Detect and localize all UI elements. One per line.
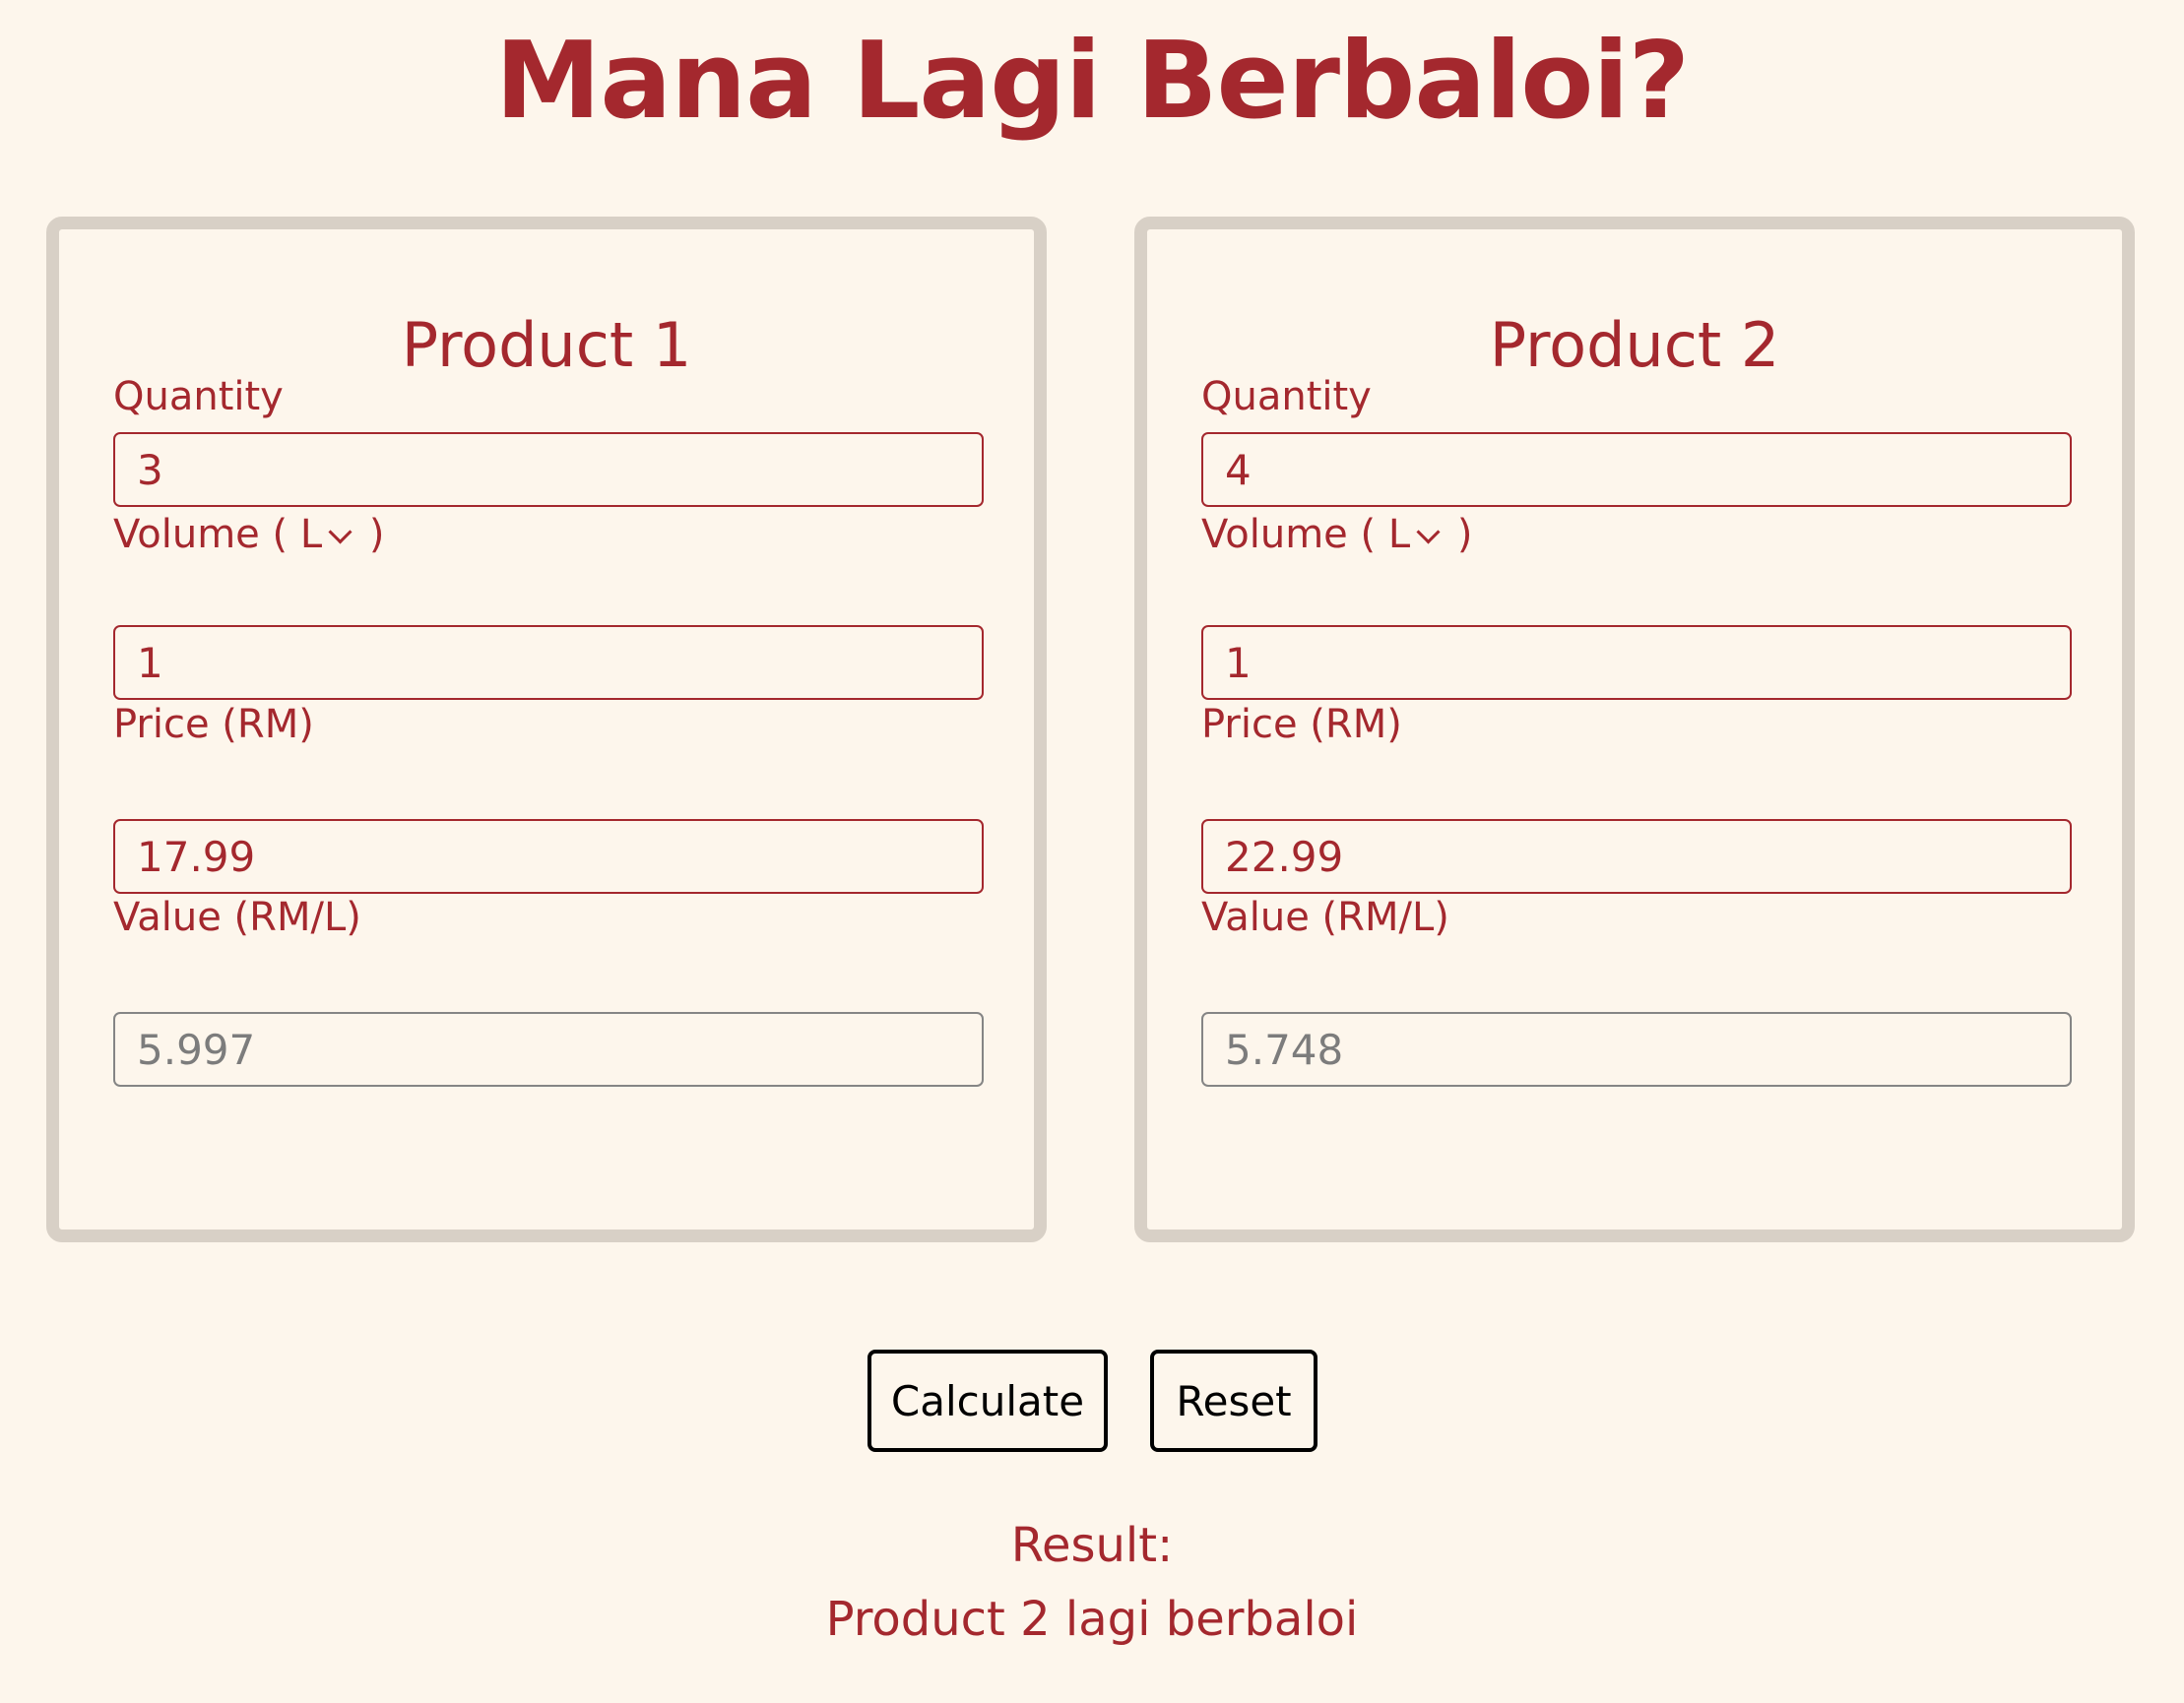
quantity-label: Quantity [113, 374, 284, 419]
volume-label-prefix: Volume ( [1201, 512, 1377, 557]
result-text: Product 2 lagi berbaloi [825, 1592, 1359, 1647]
value-output [1201, 1012, 2072, 1087]
price-input[interactable] [113, 819, 984, 894]
volume-input[interactable] [113, 625, 984, 700]
volume-unit-value: L [1387, 512, 1411, 557]
quantity-input[interactable] [1201, 432, 2072, 507]
calculate-button[interactable]: Calculate [867, 1350, 1108, 1452]
price-label: Price (RM) [1201, 702, 1402, 747]
volume-label-suffix: ) [368, 512, 385, 557]
page-title: Mana Lagi Berbaloi? [494, 20, 1690, 143]
product-card-1: Product 1 Quantity Volume ( L ) Price (R… [46, 217, 1047, 1242]
reset-button[interactable]: Reset [1150, 1350, 1317, 1452]
volume-unit-value: L [299, 512, 323, 557]
quantity-input[interactable] [113, 432, 984, 507]
chevron-down-icon [1416, 519, 1441, 544]
value-label: Value (RM/L) [113, 895, 361, 940]
volume-label: Volume ( L ) [113, 510, 384, 559]
value-label: Value (RM/L) [1201, 895, 1449, 940]
quantity-label: Quantity [1201, 374, 1372, 419]
volume-unit-select[interactable]: L [300, 510, 356, 559]
product-card-2: Product 2 Quantity Volume ( L ) Price (R… [1134, 217, 2135, 1242]
volume-label: Volume ( L ) [1201, 510, 1472, 559]
volume-label-prefix: Volume ( [113, 512, 289, 557]
chevron-down-icon [328, 519, 353, 544]
volume-input[interactable] [1201, 625, 2072, 700]
volume-label-suffix: ) [1456, 512, 1473, 557]
price-label: Price (RM) [113, 702, 314, 747]
volume-unit-select[interactable]: L [1388, 510, 1445, 559]
value-output [113, 1012, 984, 1087]
result-label: Result: [1010, 1518, 1174, 1573]
price-input[interactable] [1201, 819, 2072, 894]
